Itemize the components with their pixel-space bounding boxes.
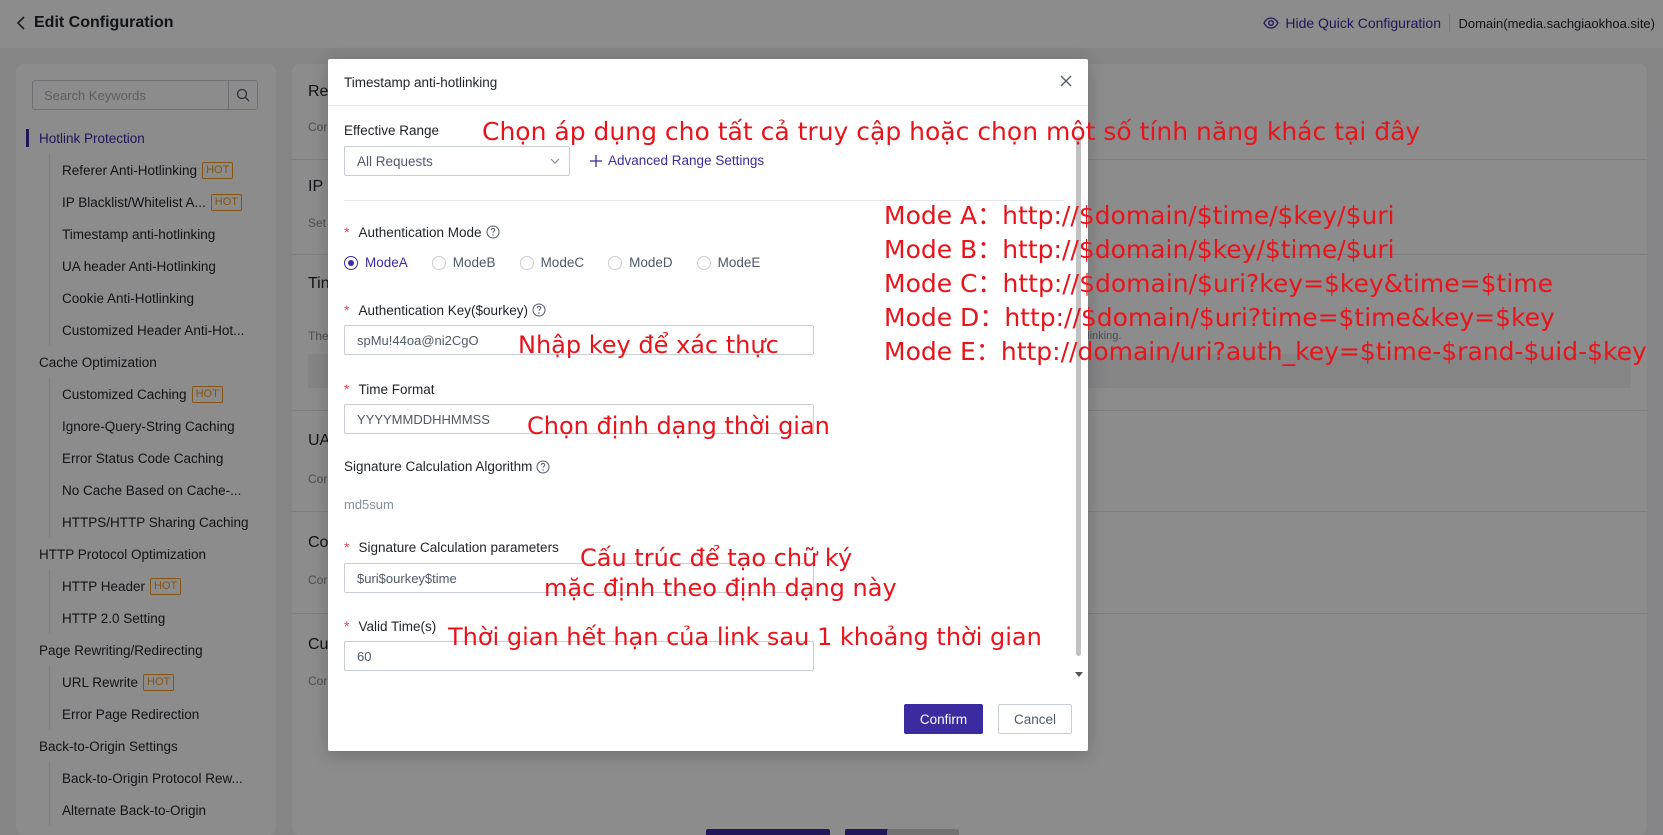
radio-mode-b[interactable]: ModeB — [431, 255, 496, 270]
radio-checked-icon — [344, 255, 358, 270]
annotation-mode-a: Mode A：http://$domain/$time/$key/$uri — [884, 201, 1395, 230]
required-mark: * — [344, 381, 350, 397]
auth-key-label: * Authentication Key($ourkey) — [344, 302, 546, 318]
required-mark: * — [344, 618, 350, 634]
radio-unchecked-icon — [696, 255, 711, 270]
sig-algo-label: Signature Calculation Algorithm — [344, 459, 550, 474]
valid-time-value: 60 — [357, 648, 372, 664]
chevron-down-icon — [550, 158, 560, 164]
advanced-range-settings-link[interactable]: Advanced Range Settings — [590, 153, 764, 168]
confirm-button[interactable]: Confirm — [904, 704, 983, 734]
time-format-value: YYYYMMDDHHMMSS — [357, 411, 490, 427]
help-icon[interactable] — [486, 225, 500, 239]
effective-range-value: All Requests — [357, 153, 433, 169]
sig-algo-text: Signature Calculation Algorithm — [344, 459, 533, 474]
radio-mode-c[interactable]: ModeC — [519, 255, 585, 270]
radio-mode-e[interactable]: ModeE — [696, 255, 761, 270]
effective-range-text: Effective Range — [344, 123, 440, 138]
annotation-signature-1: Cấu trúc để tạo chữ ký — [580, 544, 853, 572]
radio-label: ModeD — [629, 255, 673, 270]
radio-label: ModeB — [452, 255, 496, 270]
radio-label: ModeE — [717, 255, 761, 270]
sig-algo-value: md5sum — [344, 497, 394, 512]
annotation-mode-b: Mode B：http://$domain/$key/$time/$uri — [884, 235, 1395, 264]
time-format-label: * Time Format — [344, 381, 434, 397]
valid-time-label: * Valid Time(s) — [344, 618, 436, 634]
radio-unchecked-icon — [431, 255, 446, 270]
help-icon[interactable] — [532, 303, 546, 317]
annotation-time-format: Chọn định dạng thời gian — [527, 412, 830, 440]
radio-unchecked-icon — [608, 255, 623, 270]
auth-mode-text: Authentication Mode — [358, 224, 482, 240]
auth-key-text: Authentication Key($ourkey) — [358, 302, 529, 318]
annotation-signature-2: mặc định theo định dạng này — [544, 574, 897, 602]
annotation-valid-time: Thời gian hết hạn của link sau 1 khoảng … — [448, 623, 1042, 651]
time-format-text: Time Format — [358, 381, 435, 397]
scroll-down-arrow-icon[interactable] — [1075, 672, 1083, 677]
radio-mode-a[interactable]: ModeA — [344, 255, 408, 270]
sig-params-value: $uri$ourkey$time — [357, 570, 457, 586]
help-icon[interactable] — [536, 460, 550, 474]
cancel-button[interactable]: Cancel — [998, 704, 1072, 734]
required-mark: * — [344, 539, 350, 555]
dialog-title: Timestamp anti-hotlinking — [344, 75, 498, 90]
effective-range-label: Effective Range — [344, 123, 439, 138]
auth-key-value: spMu!44oa@ni2CgO — [357, 332, 479, 348]
radio-label: ModeA — [365, 255, 408, 270]
valid-time-text: Valid Time(s) — [358, 618, 437, 634]
annotation-mode-e: Mode E：http://domain/uri?auth_key=$time-… — [884, 337, 1647, 366]
plus-icon — [590, 154, 602, 167]
auth-mode-label: * Authentication Mode — [344, 224, 500, 240]
required-mark: * — [344, 224, 350, 240]
radio-mode-d[interactable]: ModeD — [608, 255, 673, 270]
sig-params-label: * Signature Calculation parameters — [344, 539, 559, 555]
required-mark: * — [344, 302, 350, 318]
auth-mode-radio-group: ModeA ModeB ModeC ModeD ModeE — [344, 255, 760, 270]
annotation-mode-c: Mode C：http://$domain/$uri?key=$key&time… — [884, 269, 1553, 298]
radio-unchecked-icon — [519, 255, 534, 270]
advanced-range-label: Advanced Range Settings — [608, 153, 765, 168]
sig-params-text: Signature Calculation parameters — [358, 539, 559, 555]
annotation-key: Nhập key để xác thực — [518, 331, 779, 359]
radio-label: ModeC — [540, 255, 585, 270]
effective-range-select[interactable]: All Requests — [344, 146, 570, 176]
annotation-range: Chọn áp dụng cho tất cả truy cập hoặc ch… — [482, 117, 1421, 146]
close-icon[interactable] — [1058, 73, 1074, 89]
annotation-mode-d: Mode D：http://$domain/$uri?time=$time&ke… — [884, 303, 1555, 332]
